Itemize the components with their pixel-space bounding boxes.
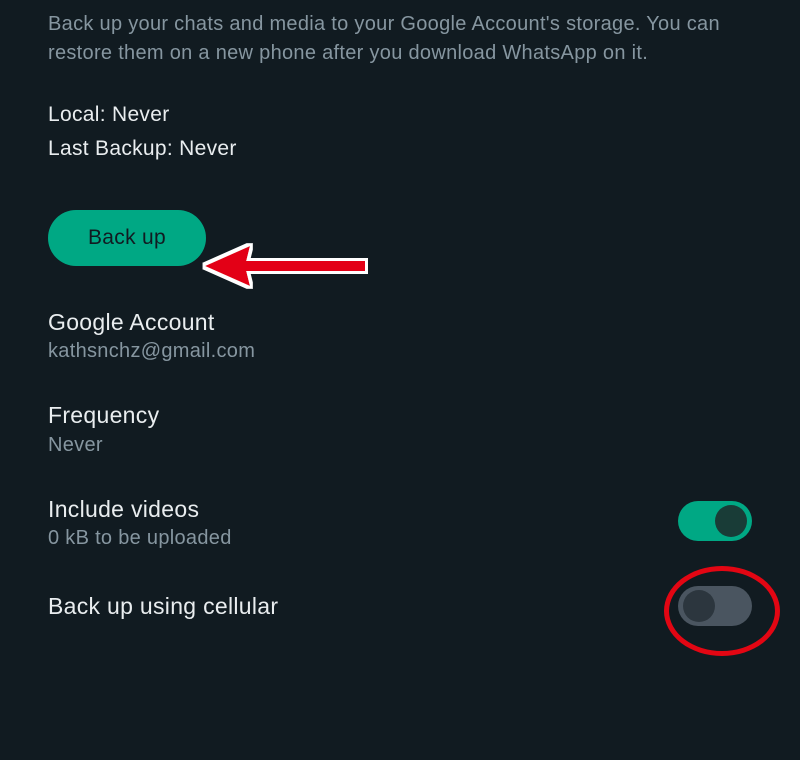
include-videos-section: Include videos 0 kB to be uploaded (48, 493, 752, 550)
frequency-title: Frequency (48, 399, 752, 431)
backup-button[interactable]: Back up (48, 210, 206, 266)
google-account-value: kathsnchz@gmail.com (48, 340, 752, 363)
local-backup-status: Local: Never (48, 98, 752, 132)
google-account-section[interactable]: Google Account kathsnchz@gmail.com (48, 306, 752, 363)
frequency-section[interactable]: Frequency Never (48, 399, 752, 456)
toggle-knob-icon (683, 590, 715, 622)
toggle-knob-icon (715, 505, 747, 537)
last-backup-status: Last Backup: Never (48, 132, 752, 166)
google-account-title: Google Account (48, 306, 752, 338)
backup-cellular-title: Back up using cellular (48, 590, 678, 622)
include-videos-sub: 0 kB to be uploaded (48, 527, 678, 550)
backup-status-group: Local: Never Last Backup: Never (48, 98, 752, 165)
backup-description: Back up your chats and media to your Goo… (48, 10, 752, 68)
backup-cellular-toggle[interactable] (678, 586, 752, 626)
backup-cellular-section: Back up using cellular (48, 586, 752, 626)
frequency-value: Never (48, 434, 752, 457)
include-videos-title: Include videos (48, 493, 678, 525)
include-videos-toggle[interactable] (678, 501, 752, 541)
